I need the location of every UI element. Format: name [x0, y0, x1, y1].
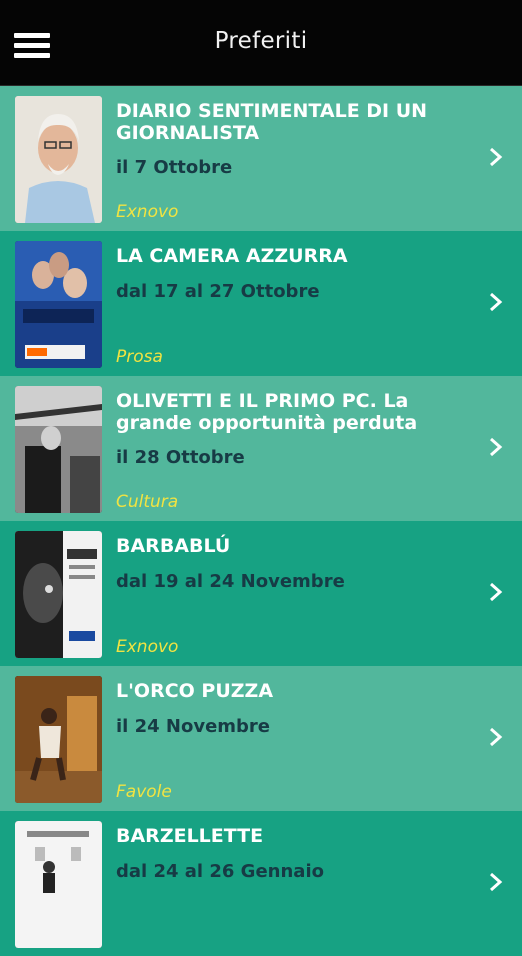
list-item[interactable]: BARBABLÚ dal 19 al 24 Novembre Exnovo [0, 521, 522, 666]
event-category: Exnovo [116, 202, 179, 222]
chevron-right-icon [490, 582, 503, 602]
list-item[interactable]: DIARIO SENTIMENTALE DI UN GIORNALISTA il… [0, 86, 522, 231]
event-thumbnail [15, 676, 102, 803]
event-title: LA CAMERA AZZURRA [116, 245, 348, 267]
page-title: Preferiti [214, 28, 308, 54]
chevron-right-icon [490, 727, 503, 747]
favorites-list: DIARIO SENTIMENTALE DI UN GIORNALISTA il… [0, 86, 522, 956]
list-item[interactable]: BARZELLETTE dal 24 al 26 Gennaio [0, 811, 522, 956]
event-title: OLIVETTI E IL PRIMO PC. La grande opport… [116, 390, 418, 434]
event-thumbnail [15, 531, 102, 658]
event-title: L'ORCO PUZZA [116, 680, 274, 702]
event-thumbnail [15, 96, 102, 223]
event-title: DIARIO SENTIMENTALE DI UN GIORNALISTA [116, 100, 428, 144]
event-thumbnail [15, 241, 102, 368]
chevron-right-icon [490, 437, 503, 457]
event-date: dal 17 al 27 Ottobre [116, 281, 320, 302]
list-item[interactable]: L'ORCO PUZZA il 24 Novembre Favole [0, 666, 522, 811]
chevron-right-icon [490, 147, 503, 167]
event-date: dal 19 al 24 Novembre [116, 571, 345, 592]
event-date: il 28 Ottobre [116, 447, 245, 468]
event-title: BARZELLETTE [116, 825, 264, 847]
event-date: il 24 Novembre [116, 716, 271, 737]
event-category: Favole [116, 782, 172, 802]
event-category: Prosa [116, 347, 163, 367]
list-item[interactable]: OLIVETTI E IL PRIMO PC. La grande opport… [0, 376, 522, 521]
list-item[interactable]: LA CAMERA AZZURRA dal 17 al 27 Ottobre P… [0, 231, 522, 376]
event-thumbnail [15, 821, 102, 948]
chevron-right-icon [490, 292, 503, 312]
event-category: Exnovo [116, 637, 179, 657]
event-date: dal 24 al 26 Gennaio [116, 861, 324, 882]
chevron-right-icon [490, 872, 503, 892]
event-thumbnail [15, 386, 102, 513]
event-category: Cultura [116, 492, 179, 512]
app-header: Preferiti [0, 0, 522, 86]
event-date: il 7 Ottobre [116, 157, 233, 178]
event-title: BARBABLÚ [116, 535, 231, 557]
